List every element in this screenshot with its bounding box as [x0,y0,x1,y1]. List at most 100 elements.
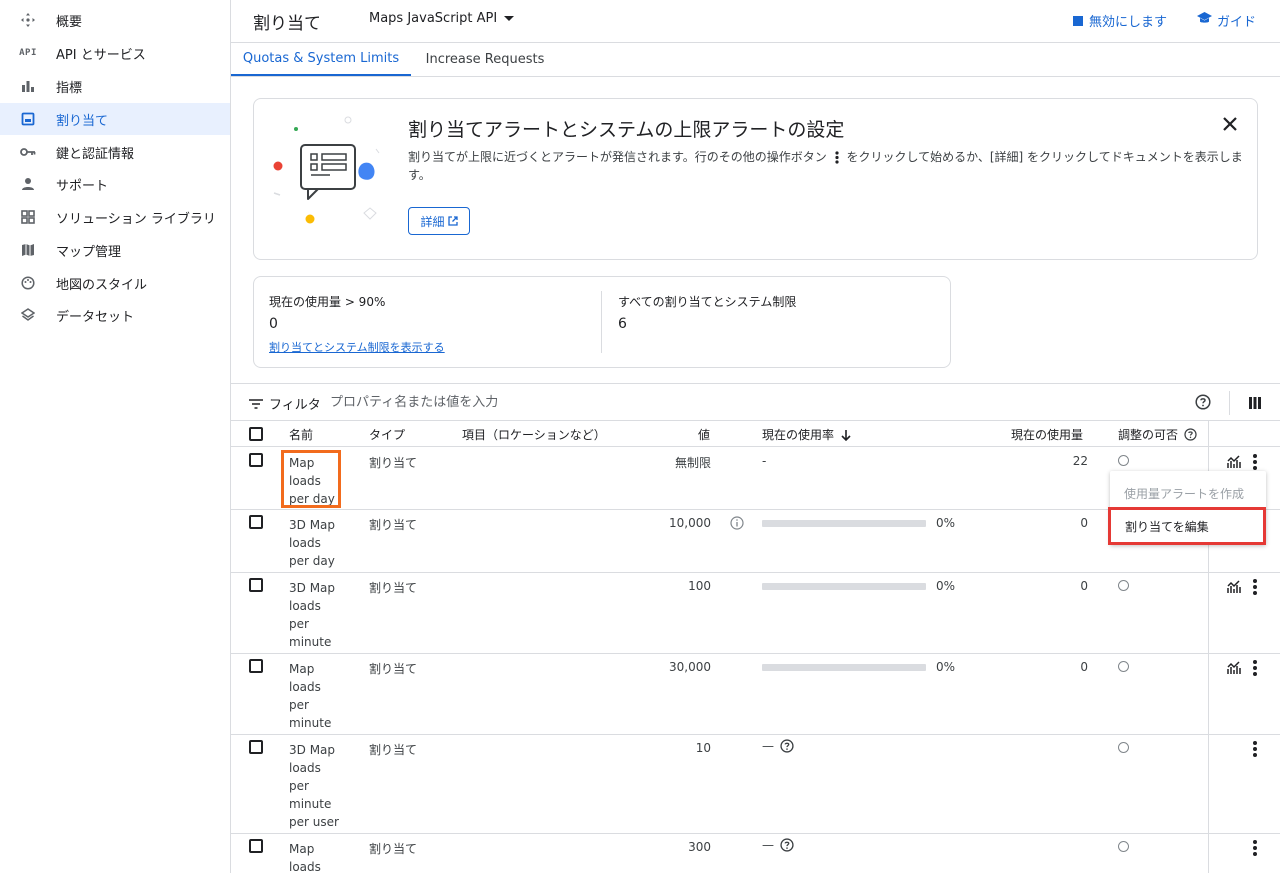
guide-button[interactable]: ガイド [1197,11,1256,30]
details-button-label: 詳細 [420,214,445,229]
view-chart-button[interactable] [1227,661,1241,675]
column-header-dimensions[interactable]: 項目（ロケーションなど） [462,426,606,443]
current-usage-label: 現在の使用量 > 90% [269,295,386,309]
banner-description: 割り当てが上限に近づくとアラートが発信されます。行のその他の操作ボタン をクリッ… [408,148,1248,184]
details-button[interactable]: 詳細 [408,207,470,235]
select-all-checkbox[interactable] [249,427,263,441]
adjustable-indicator [1118,841,1129,852]
tab-increase-requests[interactable]: Increase Requests [411,43,559,76]
usage-progress-bar [762,664,926,671]
sidebar-item-overview[interactable]: 概要 [0,4,230,36]
column-header-name[interactable]: 名前 [289,426,313,443]
current-usage: 22 [1072,454,1088,468]
column-header-usage-rate-label: 現在の使用率 [762,428,835,442]
column-header-adjustable[interactable]: 調整の可否 [1118,426,1197,443]
map-icon [20,242,36,258]
view-chart-button[interactable] [1227,455,1241,469]
usage-rate: - [762,454,767,468]
help-icon[interactable] [780,838,794,852]
tab-quotas-system-limits[interactable]: Quotas & System Limits [231,43,411,76]
summary-divider [601,291,602,353]
quota-name: 3D Map loads per minute [289,581,336,649]
menu-item-edit-quota[interactable]: 割り当てを編集 [1108,507,1266,545]
help-icon [1184,428,1197,441]
row-checkbox[interactable] [249,659,263,673]
view-quotas-link[interactable]: 割り当てとシステム制限を表示する [269,339,445,355]
usage-rate: 0% [936,579,956,593]
sidebar-item-solution-library[interactable]: ソリューション ライブラリ [0,201,230,233]
row-checkbox[interactable] [249,839,263,853]
sidebar-item-datasets[interactable]: データセット [0,299,230,331]
filter-button[interactable]: フィルタ [249,394,321,413]
filter-bar: フィルタ [231,383,1280,421]
view-column-icon [1249,397,1261,409]
open-in-new-icon [447,216,458,226]
more-actions-button[interactable] [1252,659,1258,677]
sidebar-item-label: 地図のスタイル [56,277,148,293]
close-banner-button[interactable] [1221,115,1239,133]
sidebar-item-map-management[interactable]: マップ管理 [0,234,230,266]
view-chart-button[interactable] [1227,580,1241,594]
table-row[interactable]: 3D Map loads per minute 割り当て 100 0% 0 [231,573,1280,654]
quota-name: 3D Map loads per day [289,518,336,568]
table-row[interactable]: Map loads per minute 割り当て 30,000 0% 0 [231,654,1280,735]
table-row[interactable]: Map loads 割り当て 300 — [231,834,1280,873]
quota-value: 100 [688,579,711,593]
usage-rate: 0% [936,516,956,530]
help-button[interactable] [1195,394,1211,410]
adjustable-indicator [1118,742,1129,753]
sidebar-item-api-services[interactable]: API API とサービス [0,37,230,69]
row-checkbox[interactable] [249,515,263,529]
quota-type: 割り当て [369,456,418,470]
grid-icon [20,209,36,225]
sidebar-item-credentials[interactable]: 鍵と認証情報 [0,136,230,168]
filter-input[interactable] [330,392,1030,412]
more-vert-icon [1253,660,1257,676]
help-icon[interactable] [780,739,794,753]
api-selector[interactable]: Maps JavaScript API [369,11,515,26]
tab-bar: Quotas & System Limits Increase Requests [231,43,1280,77]
close-icon [1223,117,1237,131]
arrow-down-icon [841,429,851,441]
usage-progress-bar [762,520,926,527]
quota-type: 割り当て [369,581,418,595]
sidebar-item-quotas[interactable]: 割り当て [0,103,230,135]
sidebar-item-support[interactable]: サポート [0,168,230,200]
alert-info-banner: 割り当てアラートとシステムの上限アラートの設定 割り当てが上限に近づくとアラート… [253,98,1258,260]
row-checkbox[interactable] [249,578,263,592]
quota-icon [20,111,36,127]
table-header: 名前 タイプ 項目（ロケーションなど） 値 現在の使用率 現在の使用量 調整の可… [231,421,1280,447]
more-vert-icon [1253,579,1257,595]
filter-divider [1229,391,1230,415]
more-actions-button[interactable] [1252,839,1258,857]
column-header-usage[interactable]: 現在の使用量 [1011,426,1083,443]
column-display-button[interactable] [1248,395,1262,409]
all-quotas-label: すべての割り当てとシステム制限 [618,295,797,309]
usage-rate: 0% [936,660,956,674]
sidebar-item-map-styles[interactable]: 地図のスタイル [0,267,230,299]
all-quotas-value: 6 [618,316,627,332]
monitoring-icon [1227,455,1241,468]
more-actions-button[interactable] [1252,453,1258,471]
row-checkbox[interactable] [249,453,263,467]
column-header-value[interactable]: 値 [698,426,710,443]
overview-icon [20,12,36,28]
disable-button[interactable]: 無効にします [1073,11,1167,30]
more-actions-button[interactable] [1252,740,1258,758]
column-header-type[interactable]: タイプ [369,426,405,443]
current-usage: 0 [1080,516,1088,530]
school-icon [1197,12,1212,29]
more-actions-button[interactable] [1252,578,1258,596]
monitoring-icon [1227,580,1241,593]
quota-type: 割り当て [369,842,418,856]
row-checkbox[interactable] [249,740,263,754]
sidebar-item-metrics[interactable]: 指標 [0,70,230,102]
column-header-usage-rate[interactable]: 現在の使用率 [762,426,852,443]
monitoring-icon [1227,661,1241,674]
info-icon[interactable] [730,516,744,530]
quota-name: Map loads per minute [289,662,332,730]
sidebar-item-label: データセット [56,309,135,325]
person-icon [20,176,36,192]
table-row[interactable]: 3D Map loads per minute per user 割り当て 10… [231,735,1280,834]
sidebar-item-label: ソリューション ライブラリ [56,211,216,227]
